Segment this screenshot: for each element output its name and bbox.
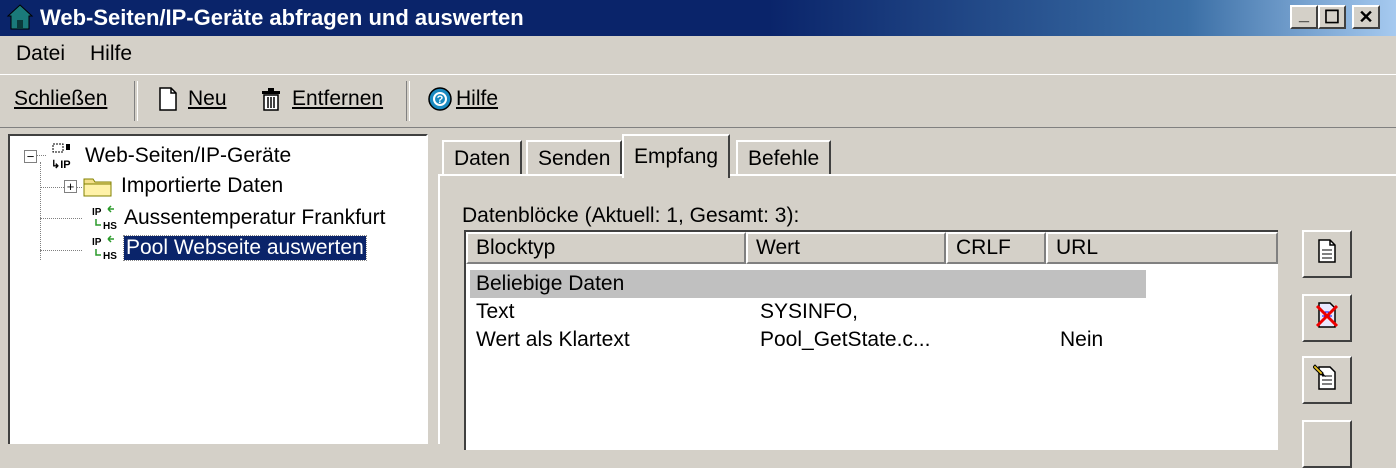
column-header-crlf[interactable]: CRLF (946, 232, 1046, 264)
help-icon: ? (428, 87, 452, 111)
folder-icon (83, 175, 113, 197)
column-header-label: CRLF (956, 236, 1011, 259)
tab-label: Empfang (634, 145, 719, 168)
expand-icon[interactable]: + (64, 179, 77, 193)
tree-view[interactable]: − ↳IP Web-Seiten/IP-Geräte + Importierte… (8, 134, 428, 444)
trash-icon (260, 87, 282, 111)
tree-connector (40, 250, 82, 251)
delete-document-icon (1314, 301, 1340, 335)
datablocks-caption: Datenblöcke (Aktuell: 1, Gesamt: 3): (462, 204, 800, 227)
column-header-wert[interactable]: Wert (746, 232, 946, 264)
tree-item-importierte-daten[interactable]: + Importierte Daten (64, 174, 283, 198)
tab-senden[interactable]: Senden (526, 140, 623, 176)
tree-item-label: Importierte Daten (121, 174, 284, 197)
minimize-icon: _ (1298, 3, 1309, 24)
table-row[interactable]: Text SYSINFO, (470, 298, 1276, 326)
tab-befehle[interactable]: Befehle (736, 140, 832, 176)
tab-daten[interactable]: Daten (442, 140, 523, 176)
toolbar: Schließen Neu Entfernen ? Hilfe (0, 74, 1396, 128)
new-label: Neu (188, 87, 227, 110)
network-ip-icon: ↳IP (47, 142, 79, 171)
app-house-icon (6, 3, 34, 31)
help-toolbar-button[interactable]: ? Hilfe (428, 87, 498, 111)
tree-root-label: Web-Seiten/IP-Geräte (85, 144, 292, 167)
tab-label: Senden (538, 147, 611, 170)
cell-url: Nein (1060, 328, 1104, 351)
datablocks-list[interactable]: Blocktyp Wert CRLF URL Beliebige Daten T… (464, 230, 1278, 450)
edit-block-button[interactable] (1302, 356, 1352, 404)
edit-document-icon (1312, 363, 1341, 397)
tab-empfang[interactable]: Empfang (622, 134, 731, 178)
column-header-blocktyp[interactable]: Blocktyp (466, 232, 746, 264)
title-bar[interactable]: Web-Seiten/IP-Geräte abfragen und auswer… (0, 0, 1396, 36)
tab-label: Befehle (748, 147, 820, 170)
cell-wert: SYSINFO, (760, 300, 859, 323)
new-document-icon (158, 87, 178, 111)
maximize-icon: ☐ (1323, 6, 1341, 27)
tab-label: Daten (454, 147, 511, 170)
remove-label: Entfernen (292, 87, 384, 110)
detail-panel: Daten Senden Empfang Befehle Datenblöcke… (438, 134, 1396, 468)
column-header-label: Wert (756, 236, 800, 259)
tree-item-label-selected: Pool Webseite auswerten (123, 235, 367, 261)
tree-item-pool-webseite[interactable]: IP HS Pool Webseite auswerten (90, 234, 367, 262)
svg-text:?: ? (437, 94, 444, 106)
ip-hs-icon: IP HS (90, 234, 122, 262)
minimize-button[interactable]: _ (1290, 3, 1318, 29)
svg-text:IP: IP (92, 237, 102, 248)
tree-item-label: Aussentemperatur Frankfurt (124, 206, 386, 229)
column-header-url[interactable]: URL (1046, 232, 1278, 264)
tree-root[interactable]: − ↳IP Web-Seiten/IP-Geräte (24, 142, 292, 171)
help-toolbar-label: Hilfe (456, 87, 499, 110)
cell-wert: Pool_GetState.c... (760, 328, 931, 351)
collapse-icon[interactable]: − (24, 149, 37, 163)
tree-connector (40, 162, 41, 260)
cell-blocktyp: Text (476, 300, 515, 323)
delete-block-button[interactable] (1302, 294, 1352, 342)
close-button[interactable]: ✕ (1352, 5, 1380, 29)
svg-text:HS: HS (103, 251, 117, 262)
maximize-button[interactable]: ☐ (1318, 5, 1346, 29)
menu-hilfe[interactable]: Hilfe (90, 42, 132, 66)
new-document-icon (1317, 239, 1337, 269)
svg-text:HS: HS (103, 221, 117, 232)
svg-text:IP: IP (92, 207, 102, 218)
close-icon: ✕ (1358, 6, 1374, 27)
toolbar-separator (134, 81, 138, 121)
remove-button[interactable]: Entfernen (260, 87, 383, 111)
menu-bar: Datei Hilfe (0, 36, 1396, 72)
table-row[interactable]: Beliebige Daten (470, 270, 1146, 298)
tree-item-aussentemperatur[interactable]: IP HS Aussentemperatur Frankfurt (90, 204, 385, 232)
ip-hs-icon: IP HS (90, 204, 122, 232)
cell-blocktyp: Beliebige Daten (476, 272, 625, 295)
svg-text:↳IP: ↳IP (51, 159, 71, 170)
close-toolbar-label: Schließen (14, 87, 108, 110)
column-header-label: Blocktyp (476, 236, 556, 259)
action-button[interactable] (1302, 420, 1352, 468)
tree-connector (40, 218, 82, 219)
column-header-label: URL (1056, 236, 1099, 259)
close-toolbar-button[interactable]: Schließen (14, 87, 107, 111)
toolbar-separator (406, 81, 410, 121)
table-row[interactable]: Wert als Klartext Pool_GetState.c... Nei… (470, 326, 1276, 354)
window-title: Web-Seiten/IP-Geräte abfragen und auswer… (40, 5, 524, 30)
add-block-button[interactable] (1302, 230, 1352, 278)
new-button[interactable]: Neu (158, 87, 227, 111)
menu-datei[interactable]: Datei (16, 42, 65, 66)
cell-blocktyp: Wert als Klartext (476, 328, 630, 351)
